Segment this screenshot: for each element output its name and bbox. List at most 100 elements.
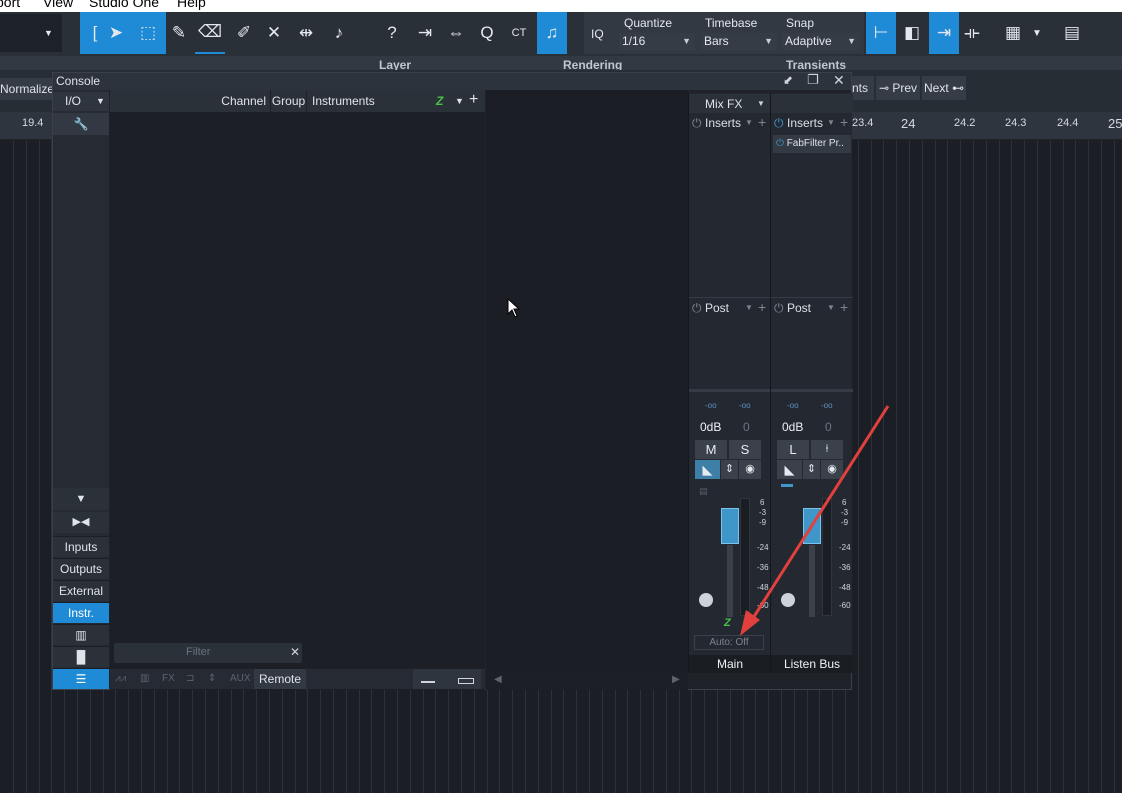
grid-line bbox=[909, 140, 910, 793]
ct-icon[interactable]: CT bbox=[504, 12, 534, 54]
power-icon[interactable]: ⏻ bbox=[776, 138, 784, 149]
pan-knob[interactable] bbox=[699, 593, 713, 607]
chevron-down-icon[interactable]: ▼ bbox=[455, 90, 464, 112]
iq-label[interactable]: IQ bbox=[591, 27, 604, 41]
menu-studio-one[interactable]: Studio One bbox=[89, 0, 159, 10]
ruler-tick: 23.4 bbox=[852, 117, 874, 129]
wide-view-icon[interactable] bbox=[458, 678, 474, 684]
mute-button[interactable]: M bbox=[695, 440, 727, 459]
chevron-down-icon: ▼ bbox=[44, 28, 53, 38]
console-title-bar[interactable]: Console ⬋ ❐ ✕ bbox=[53, 72, 851, 90]
split-view-icon[interactable]: ⟛ bbox=[957, 12, 987, 54]
transients-button[interactable]: nts bbox=[852, 76, 874, 100]
group-header[interactable]: Group bbox=[270, 90, 306, 112]
snap-left-icon[interactable]: ⊢ bbox=[866, 12, 896, 54]
inserts-row[interactable]: ⏻ Inserts ▼ + bbox=[771, 114, 853, 133]
instruments-header[interactable]: Instruments Z ▼ + bbox=[307, 90, 485, 112]
quantize-select[interactable]: 1/16 ▼ bbox=[619, 33, 695, 50]
listen-tool-icon[interactable]: ♪ bbox=[324, 12, 354, 54]
menu-transport[interactable]: port bbox=[0, 0, 20, 10]
io-button[interactable]: I/O ▼ bbox=[53, 92, 109, 111]
add-icon[interactable]: + bbox=[758, 299, 766, 315]
monitor-icon[interactable]: ◣ bbox=[695, 460, 720, 479]
scrub-icon[interactable]: ⇔ bbox=[441, 12, 471, 54]
audio-icon[interactable]: ♫ bbox=[537, 12, 567, 54]
close-icon[interactable]: ✕ bbox=[833, 72, 845, 89]
power-icon[interactable]: ⏻ bbox=[692, 301, 702, 316]
chevron-down-icon[interactable]: ▼ bbox=[745, 303, 753, 312]
strip-name-main[interactable]: Main bbox=[689, 655, 771, 673]
maximize-icon[interactable]: ❐ bbox=[807, 72, 819, 88]
power-icon[interactable]: ⏻ bbox=[692, 116, 702, 131]
inserts-row[interactable]: ⏻ Inserts ▼ + bbox=[689, 114, 771, 133]
bus-icon[interactable]: ⊐ bbox=[186, 673, 194, 684]
post-row[interactable]: ⏻ Post ▼ + bbox=[689, 299, 771, 318]
inputs-button[interactable]: Inputs bbox=[53, 536, 109, 557]
narrow-view-icon[interactable] bbox=[421, 681, 435, 683]
split-tool-icon[interactable]: ⇹ bbox=[291, 12, 321, 54]
film-icon[interactable]: ▤ bbox=[1057, 12, 1087, 54]
chevron-down-icon[interactable]: ▼ bbox=[827, 118, 835, 127]
next-arrow-icon: ⊷ bbox=[948, 81, 965, 95]
bend-tool-icon[interactable]: ⇥ bbox=[410, 12, 440, 54]
mixer-icon[interactable]: ▐▌ bbox=[53, 646, 109, 667]
strip-name-listen-bus[interactable]: Listen Bus bbox=[771, 655, 853, 673]
next-button[interactable]: Next ⊷ bbox=[922, 76, 966, 100]
pencil-tool-icon[interactable]: ✎ bbox=[164, 12, 194, 54]
dock-icon[interactable]: ⬋ bbox=[783, 73, 793, 87]
timebase-select[interactable]: Bars ▼ bbox=[701, 33, 777, 50]
menu-view[interactable]: View bbox=[43, 0, 73, 10]
chevron-down-icon[interactable]: ▼ bbox=[827, 303, 835, 312]
aux-label[interactable]: AUX bbox=[230, 673, 251, 684]
outputs-button[interactable]: Outputs bbox=[53, 558, 109, 579]
automation-icon[interactable]: Z bbox=[436, 90, 443, 112]
transport-dropdown[interactable]: ▼ bbox=[0, 14, 62, 52]
external-button[interactable]: External bbox=[53, 580, 109, 601]
collapse-horizontal-icon[interactable]: ▶◀ bbox=[53, 512, 109, 533]
gain-value[interactable]: 0dB bbox=[700, 420, 721, 434]
range-tool-icon[interactable]: ⬚ bbox=[133, 12, 163, 54]
paint-tool-icon[interactable]: ✐ bbox=[229, 12, 259, 54]
keyboard-icon[interactable]: ▥ bbox=[140, 673, 149, 684]
scroll-left-icon[interactable]: ◀ bbox=[494, 674, 502, 685]
add-icon[interactable]: + bbox=[758, 114, 766, 130]
add-icon[interactable]: + bbox=[840, 299, 848, 315]
wave-icon[interactable]: ⩘⩘ bbox=[115, 673, 126, 684]
remote-button[interactable]: Remote bbox=[254, 669, 306, 689]
chevron-down-icon[interactable]: ▼ bbox=[745, 118, 753, 127]
channel-strip-area[interactable]: ◀ ▶ bbox=[486, 90, 688, 690]
mix-fx-select[interactable]: Mix FX ▼ bbox=[689, 94, 771, 113]
post-row[interactable]: ⏻ Post ▼ + bbox=[771, 299, 853, 318]
channel-mode-icon[interactable]: ▤ bbox=[699, 486, 708, 497]
prev-button[interactable]: ⊸ Prev bbox=[876, 76, 920, 100]
filter-field[interactable]: Filter ✕ bbox=[114, 643, 302, 663]
scroll-right-icon[interactable]: ▶ bbox=[672, 674, 680, 685]
zoom-icon[interactable]: Q bbox=[472, 12, 502, 54]
snap-select[interactable]: Adaptive ▼ bbox=[782, 33, 860, 50]
arrow-tool-icon[interactable]: ➤ bbox=[101, 12, 131, 54]
power-icon[interactable]: ⏻ bbox=[774, 116, 784, 131]
fx-label[interactable]: FX bbox=[162, 673, 175, 684]
mute-tool-icon[interactable]: ✕ bbox=[259, 12, 289, 54]
vca-icon[interactable]: ⇕ bbox=[208, 673, 216, 684]
insert-plugin-slot[interactable]: ⏻ FabFilter Pr.. bbox=[773, 135, 851, 153]
power-icon[interactable]: ⏻ bbox=[774, 301, 784, 316]
snap-right-icon[interactable]: ⇥ bbox=[929, 12, 959, 54]
add-icon[interactable]: + bbox=[469, 89, 478, 111]
list-view-icon[interactable]: ☰ bbox=[53, 668, 109, 689]
menu-help[interactable]: Help bbox=[177, 0, 206, 10]
instr-button[interactable]: Instr. bbox=[53, 602, 109, 623]
horizontal-scrollbar[interactable]: ◀ ▶ bbox=[486, 672, 688, 690]
help-icon[interactable]: ? bbox=[377, 12, 407, 54]
add-icon[interactable]: + bbox=[840, 114, 848, 130]
eraser-tool-icon[interactable]: ⌫ bbox=[195, 12, 225, 54]
chevron-down-icon[interactable]: ▼ bbox=[1022, 12, 1052, 54]
collapse-vertical-icon[interactable]: ▼ bbox=[53, 488, 109, 510]
channel-header[interactable]: Channel bbox=[110, 90, 270, 112]
normalize-button[interactable]: Normalize bbox=[0, 78, 52, 100]
banks-icon[interactable]: ▥ bbox=[53, 624, 109, 645]
snap-mid-icon[interactable]: ◧ bbox=[897, 12, 927, 54]
view-size-toggle[interactable] bbox=[413, 669, 481, 689]
wrench-icon[interactable]: 🔧 bbox=[53, 113, 109, 135]
clear-icon[interactable]: ✕ bbox=[290, 645, 300, 659]
